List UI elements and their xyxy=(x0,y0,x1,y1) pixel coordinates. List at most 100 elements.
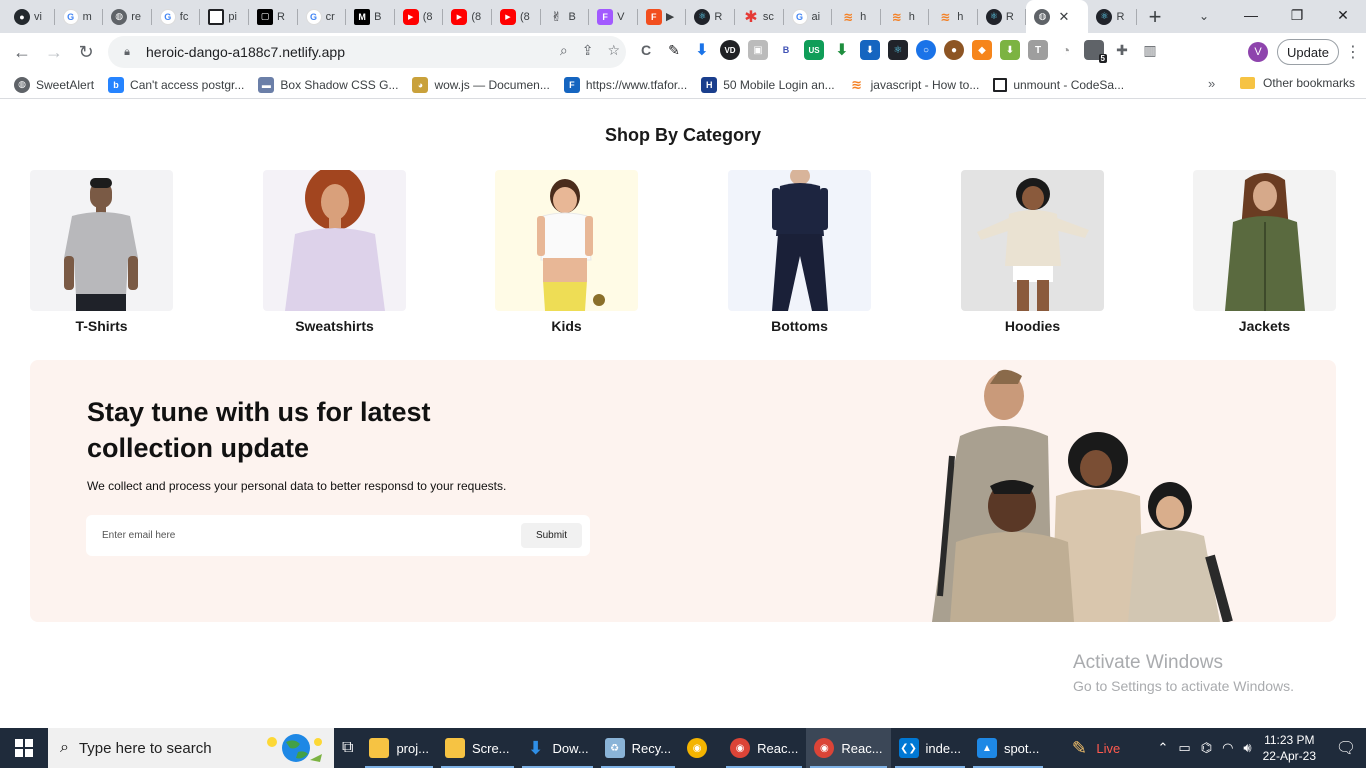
tab[interactable]: Gfc xyxy=(152,0,201,33)
extension-badge-icon[interactable]: 5 xyxy=(1084,40,1107,63)
bookmark-item[interactable]: ◍ SweetAlert xyxy=(14,76,94,93)
tab-search-chevron-icon[interactable]: ⌄ xyxy=(1192,4,1216,28)
green-arrow-icon[interactable]: ⬇ xyxy=(832,40,852,60)
react-devtools-icon[interactable]: ⚛ xyxy=(888,40,908,60)
taskbar-app-downloads[interactable]: ⬇ Dow... xyxy=(518,728,597,768)
extension-t-icon[interactable]: T xyxy=(1028,40,1048,60)
tab[interactable]: Gai xyxy=(784,0,833,33)
kebab-menu-icon[interactable]: ⋮ xyxy=(1345,42,1361,62)
tab[interactable]: ▶ (8 xyxy=(443,0,492,33)
circle-extension-icon[interactable]: ○ xyxy=(916,40,936,60)
windows-start-icon[interactable] xyxy=(0,728,48,768)
tab[interactable]: F ▶ xyxy=(638,0,687,33)
wifi-icon[interactable]: ◠ xyxy=(1222,740,1233,756)
taskbar-app-recycle-bin[interactable]: ♻ Recy... xyxy=(597,728,680,768)
tab[interactable]: ● vi xyxy=(6,0,55,33)
save-icon[interactable]: ⬇ xyxy=(860,40,880,60)
close-window-icon[interactable]: ✕ xyxy=(1320,0,1366,30)
download-arrow-icon[interactable]: ⬇ xyxy=(692,40,712,60)
category-label[interactable]: Bottoms xyxy=(728,318,871,334)
color-picker-icon[interactable]: ✎ xyxy=(664,40,684,60)
bookmark-item[interactable]: unmount - CodeSa... xyxy=(993,77,1124,92)
close-tab-icon[interactable]: ✕ xyxy=(1058,9,1069,25)
tab[interactable]: ≋ h xyxy=(929,0,978,33)
share-icon[interactable]: ⇪ xyxy=(582,42,594,59)
bookmark-star-icon[interactable]: ☆ xyxy=(607,42,620,59)
zoom-icon[interactable]: ⌕ xyxy=(560,42,568,59)
restore-icon[interactable]: ❐ xyxy=(1274,0,1320,30)
tshirts-image[interactable] xyxy=(30,170,173,311)
forward-arrow-icon[interactable]: → xyxy=(38,36,70,68)
bookmark-item[interactable]: ▬ Box Shadow CSS G... xyxy=(258,76,398,93)
tab[interactable]: ≋ h xyxy=(881,0,930,33)
tab[interactable]: ⚛ R xyxy=(978,0,1027,33)
kids-image[interactable] xyxy=(495,170,638,311)
category-card-tshirts[interactable]: T-Shirts xyxy=(30,170,173,334)
chevron-up-icon[interactable]: ⌃ xyxy=(1158,740,1169,756)
reload-icon[interactable]: ↻ xyxy=(70,36,102,68)
new-tab-button[interactable]: + xyxy=(1137,0,1173,33)
cookie-icon[interactable]: ● xyxy=(944,40,964,60)
bookmark-item[interactable]: H 50 Mobile Login an... xyxy=(701,76,835,93)
taskbar-app-chrome-active[interactable]: ◉ Reac... xyxy=(806,728,891,768)
bottoms-image[interactable] xyxy=(728,170,871,311)
tab[interactable]: ≋ h xyxy=(832,0,881,33)
network-icon[interactable]: ⌬ xyxy=(1201,740,1212,756)
tab[interactable]: FV xyxy=(589,0,638,33)
taskbar-app-vscode[interactable]: ❮❯ inde... xyxy=(891,728,969,768)
battery-icon[interactable]: ▭ xyxy=(1178,740,1190,756)
category-card-jackets[interactable]: Jackets xyxy=(1193,170,1336,334)
bookmark-item[interactable]: b Can't access postgr... xyxy=(108,76,244,93)
tab[interactable]: MB xyxy=(346,0,395,33)
avatar[interactable]: V xyxy=(1248,42,1268,62)
taskbar-app-explorer[interactable]: proj... xyxy=(361,728,437,768)
submit-button[interactable]: Submit xyxy=(521,523,582,548)
timer-icon[interactable]: ◔ xyxy=(1056,40,1076,60)
tab[interactable]: ▢ R xyxy=(249,0,298,33)
other-bookmarks[interactable]: Other bookmarks xyxy=(1240,76,1355,90)
address-bar[interactable]: 🔒︎ heroic-dango-a188c7.netlify.app ⌕ ⇪ ☆ xyxy=(108,36,626,68)
update-button[interactable]: Update xyxy=(1277,39,1339,65)
extension-b-icon[interactable]: B xyxy=(776,40,796,60)
extension-image-icon[interactable]: ▣ xyxy=(748,40,768,60)
vpn-us-icon[interactable]: US xyxy=(804,40,824,60)
sweatshirts-image[interactable] xyxy=(263,170,406,311)
category-label[interactable]: Hoodies xyxy=(961,318,1104,334)
jackets-image[interactable] xyxy=(1193,170,1336,311)
taskbar-app-chrome-canary[interactable]: ◉ xyxy=(679,728,722,768)
tab[interactable]: pi xyxy=(200,0,249,33)
tab[interactable]: ✌ B xyxy=(541,0,590,33)
category-label[interactable]: Jackets xyxy=(1193,318,1336,334)
side-panel-icon[interactable]: ▥ xyxy=(1140,40,1160,60)
volume-icon[interactable]: 🔊︎ xyxy=(1243,740,1251,756)
taskbar-app-chrome[interactable]: ◉ Reac... xyxy=(722,728,806,768)
category-label[interactable]: Sweatshirts xyxy=(263,318,406,334)
notifications-icon[interactable]: 🗨︎ xyxy=(1326,728,1366,768)
minimize-icon[interactable]: — xyxy=(1228,0,1274,30)
vd-icon[interactable]: VD xyxy=(720,40,740,60)
taskbar-live-widget[interactable]: ✎ Live xyxy=(1061,728,1128,768)
tab-active[interactable]: ◍ ✕ xyxy=(1026,0,1089,33)
green-download-icon[interactable]: ⬇ xyxy=(1000,40,1020,60)
bookmark-item[interactable]: ◕ wow.js — Documen... xyxy=(412,76,550,93)
puzzle-icon[interactable]: ✚ xyxy=(1112,40,1132,60)
category-card-bottoms[interactable]: Bottoms xyxy=(728,170,871,334)
tab[interactable]: Gm xyxy=(55,0,104,33)
hoodies-image[interactable] xyxy=(961,170,1104,311)
back-arrow-icon[interactable]: ← xyxy=(6,36,38,68)
bookmark-item[interactable]: ≋ javascript - How to... xyxy=(849,77,979,93)
metamask-icon[interactable]: ◆ xyxy=(972,40,992,60)
tab[interactable]: ▶ (8 xyxy=(395,0,444,33)
category-card-hoodies[interactable]: Hoodies xyxy=(961,170,1104,334)
tab[interactable]: ✱ sc xyxy=(735,0,784,33)
email-input[interactable] xyxy=(102,525,502,545)
tab[interactable]: ◍ re xyxy=(103,0,152,33)
tab[interactable]: ⚛ R xyxy=(686,0,735,33)
tab[interactable]: ⚛ R xyxy=(1088,0,1137,33)
category-label[interactable]: T-Shirts xyxy=(30,318,173,334)
lock-icon[interactable]: 🔒︎ xyxy=(120,45,134,59)
extension-c-icon[interactable]: C xyxy=(636,40,656,60)
category-card-sweatshirts[interactable]: Sweatshirts xyxy=(263,170,406,334)
tab[interactable]: ▶ (8 xyxy=(492,0,541,33)
category-card-kids[interactable]: Kids xyxy=(495,170,638,334)
